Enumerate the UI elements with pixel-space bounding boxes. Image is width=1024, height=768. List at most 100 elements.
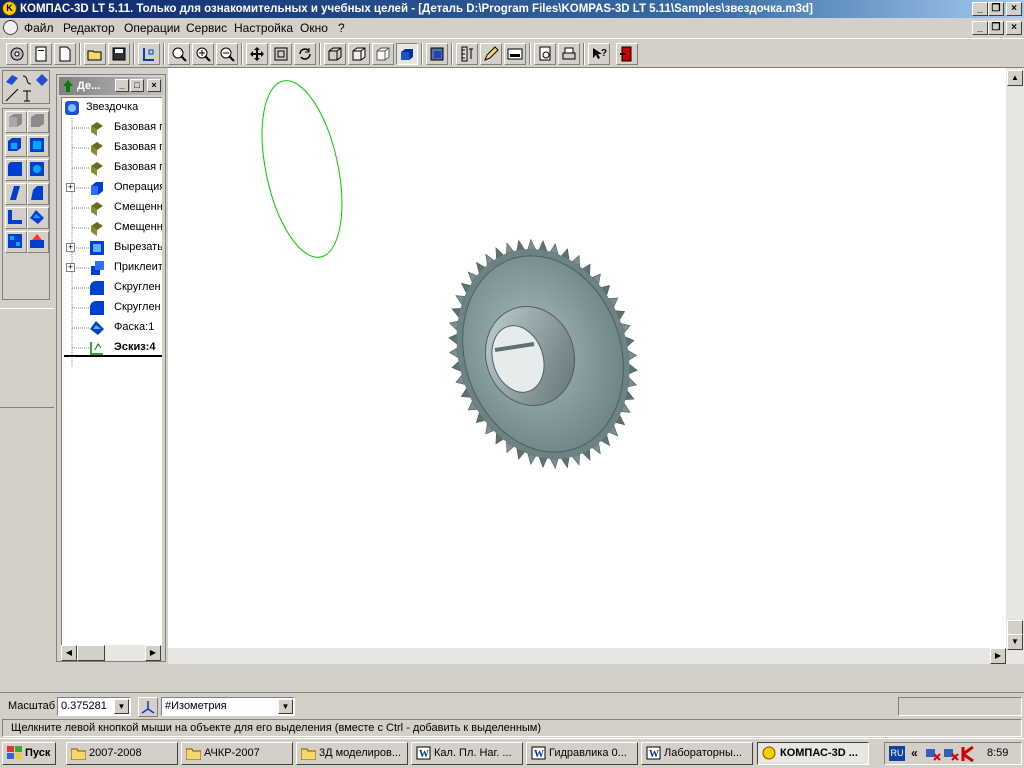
expand-icon[interactable]: + [66, 263, 75, 272]
scroll-thumb[interactable] [77, 645, 105, 661]
print-preview-button[interactable] [534, 43, 556, 65]
surface-tools-icon[interactable] [35, 73, 49, 87]
tree-item-selected[interactable]: Эскиз:4 [62, 338, 162, 358]
open-button[interactable] [84, 43, 106, 65]
curve-tools-icon[interactable] [20, 73, 34, 87]
start-button[interactable]: Пуск [2, 742, 56, 765]
mirror-op-button[interactable] [27, 231, 49, 253]
new-sheet-button[interactable] [30, 43, 52, 65]
shell-op-button[interactable] [27, 183, 49, 205]
pan-button[interactable] [246, 43, 268, 65]
cut-extrude-button[interactable] [5, 135, 27, 157]
rotate-button[interactable] [294, 43, 316, 65]
dimension-tools-icon[interactable] [20, 88, 34, 102]
loft-op-button[interactable] [5, 183, 27, 205]
task-button[interactable]: АЧКР-2007 [181, 742, 293, 765]
wireframe-button[interactable] [324, 43, 346, 65]
tree-hscrollbar[interactable]: ◀ ▶ [61, 645, 161, 661]
tree-close-button[interactable]: × [147, 79, 161, 92]
tree-maximize-button[interactable]: □ [130, 79, 144, 92]
hidden-thin-button[interactable] [372, 43, 394, 65]
viewport-vscrollbar[interactable]: ▲ ▼ [1006, 68, 1024, 664]
pocket-button[interactable] [27, 135, 49, 157]
tree-item[interactable]: + Операция [62, 178, 162, 198]
tree-item[interactable]: Базовая п [62, 118, 162, 138]
new-document-button[interactable] [54, 43, 76, 65]
save-button[interactable] [108, 43, 130, 65]
doc-restore-button[interactable]: ❐ [988, 21, 1004, 35]
scroll-down-arrow-icon[interactable]: ▼ [1007, 634, 1023, 650]
scale-combo[interactable]: 0.375281 ▼ [57, 697, 131, 716]
task-button[interactable]: 3Д моделиров... [296, 742, 408, 765]
properties-button[interactable] [480, 43, 502, 65]
tree-caption[interactable]: Де... _ □ × [59, 77, 163, 95]
tree-item-root[interactable]: Звездочка [62, 98, 162, 118]
hidden-lines-button[interactable] [348, 43, 370, 65]
zoom-window-button[interactable] [168, 43, 190, 65]
array-op-button[interactable] [5, 231, 27, 253]
fillet-op-button[interactable] [5, 159, 27, 181]
print-button[interactable] [558, 43, 580, 65]
zoom-in-button[interactable] [192, 43, 214, 65]
extrude-op-button[interactable] [5, 111, 27, 133]
system-settings-button[interactable] [6, 43, 28, 65]
doc-minimize-button[interactable]: _ [972, 21, 988, 35]
viewport-canvas[interactable] [168, 68, 1006, 664]
scroll-left-arrow-icon[interactable]: ◀ [61, 645, 77, 661]
minimize-button[interactable]: _ [972, 2, 988, 16]
task-button[interactable]: 2007-2008 [66, 742, 178, 765]
zoom-out-button[interactable] [216, 43, 238, 65]
menu-file[interactable]: Файл [24, 21, 54, 35]
title-bar[interactable]: K КОМПАС-3D LT 5.11. Только для ознакоми… [0, 0, 1024, 18]
close-button[interactable]: × [1006, 2, 1022, 16]
tree-item[interactable]: Базовая п [62, 158, 162, 178]
tree-item[interactable]: Смещенна [62, 218, 162, 238]
network-icon[interactable] [925, 746, 941, 762]
document-icon[interactable] [3, 20, 18, 35]
task-button[interactable]: W Лабораторны... [641, 742, 753, 765]
task-button[interactable]: W Кал. Пл. Наг. ... [411, 742, 523, 765]
chevron-down-icon[interactable]: ▼ [278, 699, 293, 714]
tree-item[interactable]: Скруглен [62, 298, 162, 318]
tree-minimize-button[interactable]: _ [115, 79, 129, 92]
maximize-button[interactable]: ❐ [988, 2, 1004, 16]
expand-icon[interactable]: + [66, 183, 75, 192]
kompas-logo-icon[interactable]: K [2, 1, 17, 16]
scroll-right-arrow-icon[interactable]: ▶ [990, 648, 1006, 664]
tray-expand-button[interactable]: « [911, 746, 918, 760]
model-viewport[interactable] [168, 68, 1006, 664]
network-disconnected-icon[interactable] [943, 746, 959, 762]
exit-button[interactable] [616, 43, 638, 65]
task-button-active[interactable]: КОМПАС-3D ... [757, 742, 869, 765]
scroll-right-arrow-icon[interactable]: ▶ [145, 645, 161, 661]
menu-help[interactable]: ? [338, 21, 345, 35]
perspective-button[interactable] [426, 43, 448, 65]
tree-item[interactable]: Смещенна [62, 198, 162, 218]
view-orientation-combo[interactable]: #Изометрия ▼ [161, 697, 295, 716]
chamfer-op-button[interactable] [27, 207, 49, 229]
tree-item[interactable]: Скруглен [62, 278, 162, 298]
menu-window[interactable]: Окно [300, 21, 328, 35]
chevron-down-icon[interactable]: ▼ [114, 699, 129, 714]
feature-tools-icon[interactable] [5, 73, 19, 87]
sketch-mode-button[interactable] [138, 43, 160, 65]
measure-button[interactable] [456, 43, 478, 65]
task-button[interactable]: W Гидравлика 0... [526, 742, 638, 765]
menu-edit[interactable]: Редактор [63, 21, 115, 35]
menu-settings[interactable]: Настройка [234, 21, 293, 35]
mass-button[interactable] [504, 43, 526, 65]
hole-op-button[interactable] [27, 159, 49, 181]
viewport-hscrollbar[interactable]: ▶ [168, 648, 1006, 664]
revolve-op-button[interactable] [27, 111, 49, 133]
language-indicator[interactable]: RU [889, 746, 905, 761]
zoom-all-button[interactable] [270, 43, 292, 65]
tree-item[interactable]: + Приклеит [62, 258, 162, 278]
tree-item[interactable]: Фаска:1 [62, 318, 162, 338]
expand-icon[interactable]: + [66, 243, 75, 252]
tree-view[interactable]: Звездочка Базовая п Базовая п Базовая п … [61, 97, 162, 646]
doc-close-button[interactable]: × [1006, 21, 1022, 35]
scroll-up-arrow-icon[interactable]: ▲ [1007, 70, 1023, 86]
line-tools-icon[interactable] [5, 88, 19, 102]
tree-item[interactable]: + Вырезать [62, 238, 162, 258]
context-help-button[interactable]: ? [588, 43, 610, 65]
